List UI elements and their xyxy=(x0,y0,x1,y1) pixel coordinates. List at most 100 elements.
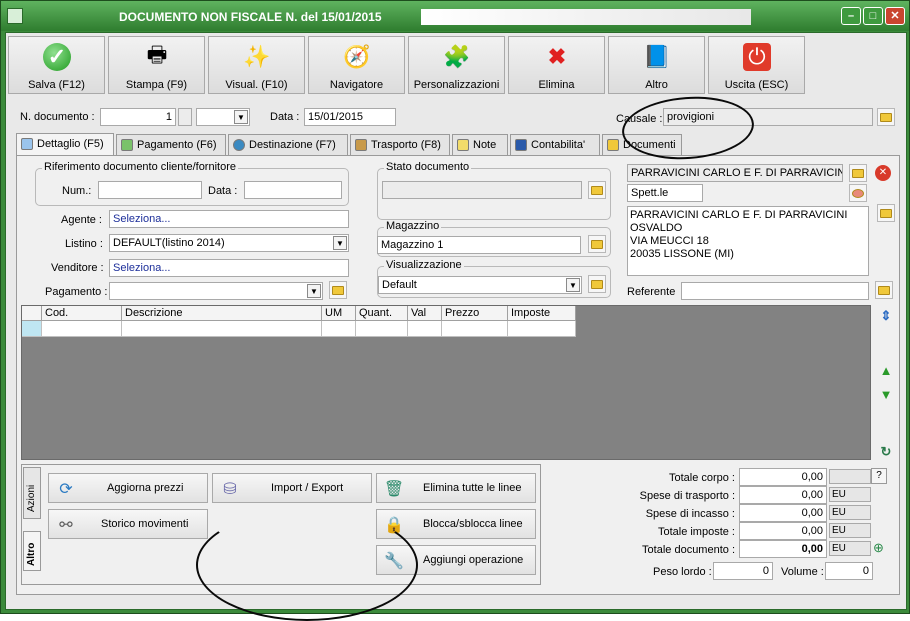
ndoc-input[interactable]: 1 xyxy=(100,108,176,126)
chevron-down-icon[interactable]: ▼ xyxy=(333,236,347,250)
annotation-circle xyxy=(196,509,418,621)
listino-select[interactable]: DEFAULT(listino 2014) xyxy=(109,234,349,252)
tab-pagamento[interactable]: Pagamento (F6) xyxy=(116,134,226,156)
chevron-down-icon[interactable]: ▼ xyxy=(234,110,248,124)
venditore-label: Venditore : xyxy=(51,262,104,274)
book-icon xyxy=(515,139,527,151)
import-export-button[interactable]: ⛁ Import / Export xyxy=(212,473,372,503)
chevron-down-icon[interactable]: ▼ xyxy=(307,284,321,298)
tab-note[interactable]: Note xyxy=(452,134,508,156)
save-label: Salva (F12) xyxy=(28,79,85,91)
close-window-button[interactable]: ✕ xyxy=(885,7,905,25)
other-button[interactable]: 📘 Altro xyxy=(608,36,705,94)
exit-button[interactable]: ⏻ Uscita (ESC) xyxy=(708,36,805,94)
spese-incasso-value[interactable]: 0,00 xyxy=(739,504,827,522)
currency-unit: EU xyxy=(829,523,871,538)
navigator-button[interactable]: 🧭 Navigatore xyxy=(308,36,405,94)
table-cell[interactable] xyxy=(442,321,508,337)
referente-folder-icon[interactable] xyxy=(875,281,893,299)
date-input[interactable]: 15/01/2015 xyxy=(304,108,396,126)
save-button[interactable]: ✓ Salva (F12) xyxy=(8,36,105,94)
col-header[interactable]: Prezzo xyxy=(442,306,508,321)
table-cell[interactable] xyxy=(508,321,576,337)
update-prices-button[interactable]: ⟳ Aggiorna prezzi xyxy=(48,473,208,503)
salutation-input[interactable]: Spett.le xyxy=(627,184,703,202)
address-folder-icon[interactable] xyxy=(877,204,895,222)
col-header[interactable]: UM xyxy=(322,306,356,321)
col-header[interactable]: Descrizione xyxy=(122,306,322,321)
visualizzazione-folder-icon[interactable] xyxy=(588,275,606,293)
rif-data-input[interactable] xyxy=(244,181,342,199)
col-header[interactable]: Cod. xyxy=(42,306,122,321)
agente-input[interactable]: Seleziona... xyxy=(109,210,349,228)
vtab-altro-label: Altro xyxy=(26,542,37,566)
tab-contabilita[interactable]: Contabilita' xyxy=(510,134,600,156)
clear-cliente-icon[interactable]: ✕ xyxy=(875,165,891,181)
col-header[interactable]: Imposte xyxy=(508,306,576,321)
table-cell[interactable] xyxy=(322,321,356,337)
totale-imposte-value[interactable]: 0,00 xyxy=(739,522,827,540)
print-button[interactable]: 🖶 Stampa (F9) xyxy=(108,36,205,94)
stato-folder-icon[interactable] xyxy=(588,181,606,199)
table-cell[interactable] xyxy=(42,321,122,337)
vtab-azioni[interactable]: Azioni xyxy=(23,467,41,519)
recalc-icon[interactable]: ↻ xyxy=(878,444,894,460)
col-header[interactable]: Quant. xyxy=(356,306,408,321)
move-down-icon[interactable]: ▼ xyxy=(878,386,894,402)
tab-trasporto[interactable]: Trasporto (F8) xyxy=(350,134,450,156)
totale-documento-value[interactable]: 0,00 xyxy=(739,540,827,558)
customize-label: Personalizzazioni xyxy=(413,79,500,91)
magazzino-input[interactable]: Magazzino 1 xyxy=(377,236,581,254)
note-icon xyxy=(457,139,469,151)
lines-grid[interactable]: Cod. Descrizione UM Quant. Val Prezzo Im… xyxy=(21,305,871,460)
peso-label: Peso lordo : xyxy=(653,566,712,578)
cliente-name-input[interactable]: PARRAVICINI CARLO E F. DI PARRAVICINI xyxy=(627,164,843,182)
pagamento-folder-icon[interactable] xyxy=(329,281,347,299)
table-cell[interactable] xyxy=(408,321,442,337)
table-cell[interactable] xyxy=(122,321,322,337)
referente-input[interactable] xyxy=(681,282,869,300)
venditore-input[interactable]: Seleziona... xyxy=(109,259,349,277)
tab-destinazione[interactable]: Destinazione (F7) xyxy=(228,134,348,156)
move-up-icon[interactable]: ▲ xyxy=(878,362,894,378)
cliente-folder-icon[interactable] xyxy=(849,164,867,182)
ndoc-suffix-spin[interactable] xyxy=(178,108,192,126)
visualizzazione-select[interactable]: Default xyxy=(378,276,582,294)
delete-button[interactable]: ✖ Elimina xyxy=(508,36,605,94)
vtab-altro[interactable]: Altro xyxy=(23,531,41,571)
row-selector[interactable] xyxy=(22,321,42,337)
reorder-icon[interactable]: ⇕ xyxy=(878,308,894,324)
person-icon[interactable] xyxy=(849,184,867,202)
rif-num-input[interactable] xyxy=(98,181,202,199)
tab-contabilita-label: Contabilita' xyxy=(531,139,586,151)
pagamento-select[interactable] xyxy=(109,282,323,300)
stato-input[interactable] xyxy=(382,181,582,199)
delete-all-lines-button[interactable]: 🗑 Elimina tutte le linee xyxy=(376,473,536,503)
tab-pagamento-label: Pagamento (F6) xyxy=(137,139,217,151)
listino-label: Listino : xyxy=(65,238,103,250)
causale-folder-icon[interactable] xyxy=(877,108,895,126)
volume-input[interactable]: 0 xyxy=(825,562,873,580)
stato-group: Stato documento xyxy=(377,161,611,220)
history-button[interactable]: ⚯ Storico movimenti xyxy=(48,509,208,539)
chevron-down-icon[interactable]: ▼ xyxy=(566,278,580,292)
maximize-button[interactable]: □ xyxy=(863,7,883,25)
spese-trasporto-value[interactable]: 0,00 xyxy=(739,486,827,504)
table-cell[interactable] xyxy=(356,321,408,337)
altro-icon: 📘 xyxy=(643,44,671,69)
main-window: DOCUMENTO NON FISCALE N. del 15/01/2015 … xyxy=(0,0,910,621)
zoom-icon[interactable]: ⊕ xyxy=(873,540,889,556)
view-button[interactable]: ✨ Visual. (F10) xyxy=(208,36,305,94)
magazzino-folder-icon[interactable] xyxy=(588,235,606,253)
totale-corpo-value[interactable]: 0,00 xyxy=(739,468,827,486)
tab-dettaglio[interactable]: Dettaglio (F5) xyxy=(16,133,114,157)
help-button[interactable]: ? xyxy=(871,468,887,484)
peso-input[interactable]: 0 xyxy=(713,562,773,580)
col-header[interactable]: Val xyxy=(408,306,442,321)
customize-button[interactable]: 🧩 Personalizzazioni xyxy=(408,36,505,94)
grid-corner xyxy=(22,306,42,321)
date-label: Data : xyxy=(270,111,300,123)
database-icon: ⛁ xyxy=(223,481,237,498)
address-box[interactable]: PARRAVICINI CARLO E F. DI PARRAVICINI OS… xyxy=(627,206,869,276)
minimize-button[interactable]: – xyxy=(841,7,861,25)
